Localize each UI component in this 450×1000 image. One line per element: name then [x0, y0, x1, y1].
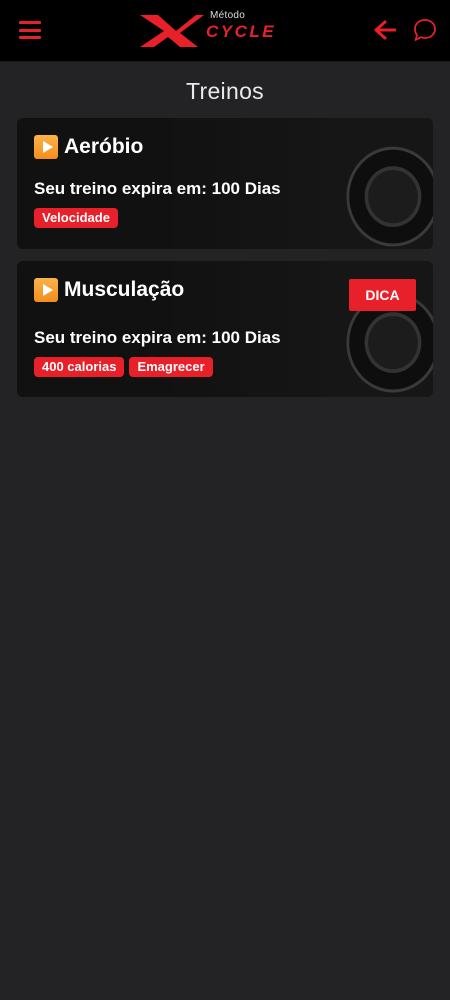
tag-list: 400 calorias Emagrecer	[34, 357, 416, 377]
arrow-left-icon[interactable]	[374, 20, 396, 40]
tag-list: Velocidade	[34, 208, 416, 228]
tag-badge: 400 calorias	[34, 357, 125, 377]
card-title: Aeróbio	[64, 135, 144, 158]
tag-badge: Velocidade	[34, 208, 118, 228]
x-logo-icon	[140, 15, 204, 47]
logo-cycle-text: CYCLE	[206, 22, 277, 41]
logo-metodo-text: Método	[210, 10, 246, 21]
chat-bubble-icon[interactable]	[412, 17, 438, 43]
app-bar: Método CYCLE	[0, 0, 450, 62]
expire-text: Seu treino expira em: 100 Dias	[34, 328, 281, 347]
card-title: Musculação	[64, 278, 185, 301]
page-title: Treinos	[186, 78, 264, 104]
play-icon	[34, 278, 58, 302]
expire-text: Seu treino expira em: 100 Dias	[34, 179, 281, 198]
workout-card-aerobio[interactable]: Aeróbio Seu treino expira em: 100 Dias V…	[17, 118, 433, 249]
app-logo: Método CYCLE	[138, 10, 313, 50]
tag-badge: Emagrecer	[129, 357, 213, 377]
play-icon	[34, 135, 58, 159]
workout-card-musculacao[interactable]: DICA Musculação Seu treino expira em: 10…	[17, 261, 433, 397]
card-title-row: Musculação	[34, 278, 416, 302]
menu-icon[interactable]	[19, 21, 41, 39]
card-title-row: Aeróbio	[34, 135, 416, 159]
